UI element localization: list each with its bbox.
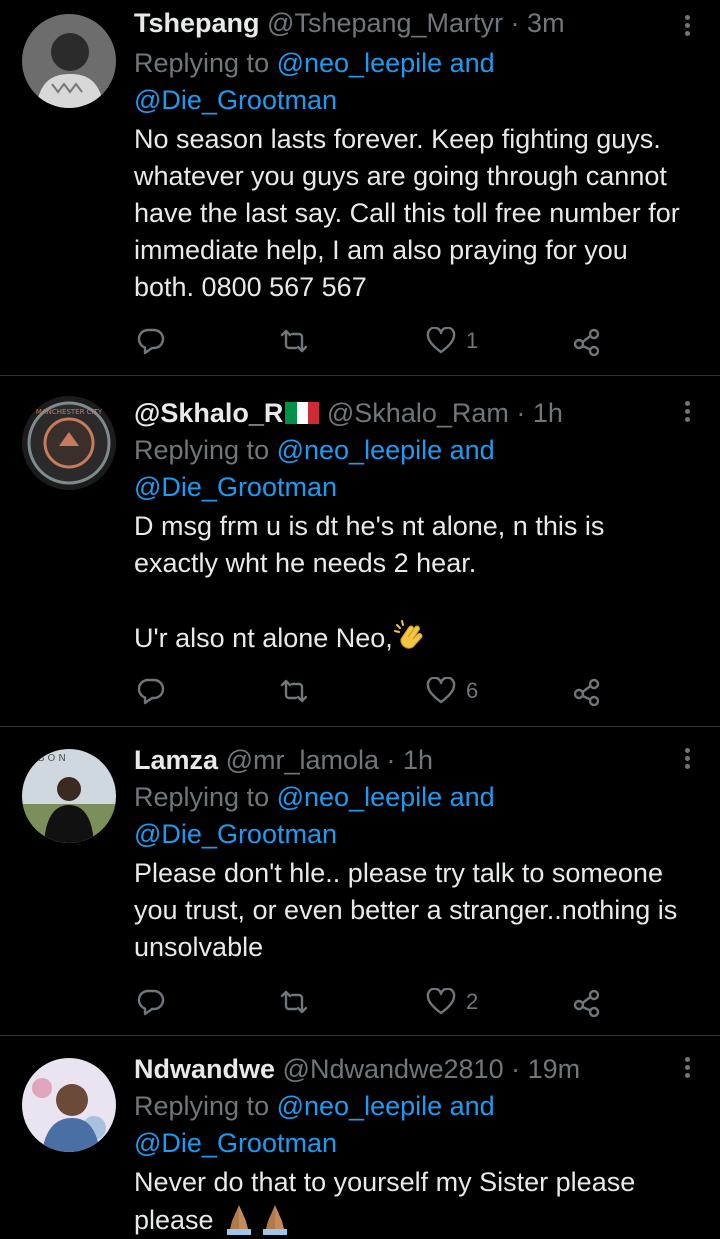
like-count: 2 [466, 989, 479, 1014]
share-button[interactable] [572, 985, 602, 1019]
tweet-text: No season lasts forever. Keep fighting g… [134, 124, 688, 302]
tweet-text: Never do that to yourself my Sister plea… [134, 1164, 680, 1239]
replying-to: Replying to @neo_leepile and @Die_Grootm… [134, 1088, 680, 1162]
like-button[interactable]: 2 [426, 985, 478, 1019]
tweet[interactable]: Ndwandwe @Ndwandwe2810 · 19m Replying to… [0, 1036, 720, 1238]
separator: · [503, 1054, 528, 1084]
user-handle[interactable]: @mr_lamola [226, 745, 379, 775]
retweet-button[interactable] [278, 985, 310, 1019]
italy-flag-icon [285, 398, 320, 424]
timestamp[interactable]: 3m [527, 8, 565, 38]
tweet[interactable]: MANCHESTER CITY @Skhalo_R @Skhalo_Ram · … [0, 376, 720, 727]
display-name[interactable]: Lamza [134, 745, 218, 775]
tweet-text: D msg frm u is dt he's nt alone, n this … [134, 508, 680, 657]
tweet-header: Lamza @mr_lamola · 1h [134, 743, 680, 777]
display-name[interactable]: @Skhalo_R [134, 398, 283, 428]
mention-link[interactable]: @neo_leepile [277, 1091, 443, 1121]
mention-link[interactable]: @Die_Grootman [134, 85, 337, 115]
share-icon [573, 328, 600, 356]
retweet-icon [280, 990, 308, 1014]
reply-button[interactable] [136, 674, 166, 708]
folded-hands-icon [227, 1205, 252, 1235]
reply-icon [137, 989, 165, 1016]
like-button[interactable]: 1 [426, 324, 478, 358]
mention-link[interactable]: @neo_leepile [277, 435, 443, 465]
user-handle[interactable]: @Tshepang_Martyr [267, 8, 503, 38]
avatar[interactable]: ABON [22, 749, 116, 843]
more-options-icon[interactable] [682, 12, 692, 42]
tweet-text-body: D msg frm u is dt he's nt alone, n this … [134, 511, 605, 653]
tweet-header: Tshepang @Tshepang_Martyr · 3m [134, 6, 680, 40]
retweet-button[interactable] [278, 674, 310, 708]
replying-to-label: Replying to [134, 48, 277, 78]
timestamp[interactable]: 19m [528, 1054, 581, 1084]
tweet-text-body: Never do that to yourself my Sister plea… [134, 1167, 643, 1235]
like-count: 6 [466, 678, 479, 703]
mention-link[interactable]: @neo_leepile [277, 48, 443, 78]
reply-icon [137, 328, 165, 355]
mention-and: and [442, 435, 495, 465]
more-options-icon[interactable] [682, 745, 692, 775]
display-name[interactable]: Ndwandwe [134, 1054, 275, 1084]
avatar-sign-text: ABON [28, 753, 69, 764]
reply-button[interactable] [136, 985, 166, 1019]
avatar[interactable] [22, 14, 116, 108]
share-icon [573, 678, 600, 706]
tweet-actions: 1 [134, 324, 614, 358]
tweet[interactable]: ABON Lamza @mr_lamola · 1h Replying to @… [0, 727, 720, 1036]
like-button[interactable]: 6 [426, 674, 478, 708]
tweet-actions: 6 [134, 674, 614, 708]
reply-button[interactable] [136, 324, 166, 358]
avatar[interactable] [22, 1058, 116, 1152]
mention-link[interactable]: @Die_Grootman [134, 472, 337, 502]
retweet-icon [280, 329, 308, 353]
mention-and: and [442, 48, 495, 78]
separator: · [503, 8, 528, 38]
clapping-hands-icon [393, 620, 423, 649]
display-name[interactable]: Tshepang [134, 8, 260, 38]
timestamp[interactable]: 1h [533, 398, 563, 428]
like-icon [426, 988, 456, 1015]
replying-to-label: Replying to [134, 782, 277, 812]
mention-link[interactable]: @Die_Grootman [134, 819, 337, 849]
mention-link[interactable]: @neo_leepile [277, 782, 443, 812]
avatar[interactable]: MANCHESTER CITY [22, 396, 116, 490]
folded-hands-icon [263, 1205, 288, 1235]
separator: · [508, 398, 533, 428]
retweet-button[interactable] [278, 324, 310, 358]
tweet-header: @Skhalo_R @Skhalo_Ram · 1h [134, 396, 680, 430]
share-icon [573, 989, 600, 1017]
replying-to: Replying to @neo_leepile and @Die_Grootm… [134, 45, 680, 119]
separator: · [379, 745, 404, 775]
share-button[interactable] [572, 674, 602, 708]
share-button[interactable] [572, 324, 602, 358]
mention-link[interactable]: @Die_Grootman [134, 1128, 337, 1158]
retweet-icon [280, 679, 308, 703]
more-options-icon[interactable] [682, 398, 692, 428]
like-count: 1 [466, 328, 479, 353]
tweet[interactable]: Tshepang @Tshepang_Martyr · 3m Replying … [0, 0, 720, 376]
user-handle[interactable]: @Skhalo_Ram [327, 398, 509, 428]
replying-to-label: Replying to [134, 1091, 277, 1121]
replying-to: Replying to @neo_leepile and @Die_Grootm… [134, 432, 680, 506]
tweet-header: Ndwandwe @Ndwandwe2810 · 19m [134, 1052, 680, 1086]
like-icon [426, 677, 456, 704]
replying-to: Replying to @neo_leepile and @Die_Grootm… [134, 779, 680, 853]
avatar-badge-text: MANCHESTER CITY [36, 408, 103, 416]
tweet-text: Please don't hle.. please try talk to so… [134, 858, 685, 962]
tweet-actions: 2 [134, 985, 614, 1019]
timestamp[interactable]: 1h [403, 745, 433, 775]
mention-and: and [442, 782, 495, 812]
more-options-icon[interactable] [682, 1054, 692, 1084]
mention-and: and [442, 1091, 495, 1121]
replying-to-label: Replying to [134, 435, 277, 465]
reply-icon [137, 678, 165, 705]
like-icon [426, 327, 456, 354]
user-handle[interactable]: @Ndwandwe2810 [283, 1054, 504, 1084]
